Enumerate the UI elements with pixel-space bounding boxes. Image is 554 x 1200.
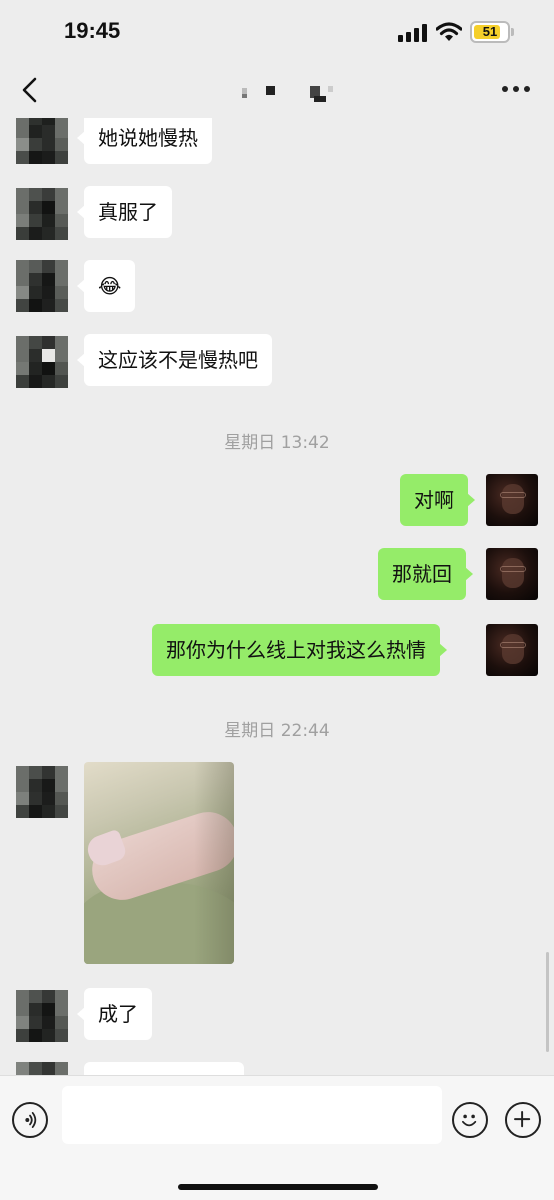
self-avatar[interactable] [486, 548, 538, 600]
scrollbar[interactable] [546, 952, 549, 1052]
voice-icon[interactable] [12, 1102, 48, 1138]
plus-icon[interactable] [505, 1102, 541, 1138]
chat-header [0, 62, 554, 118]
status-time: 19:45 [64, 18, 121, 43]
contact-avatar[interactable] [16, 188, 68, 240]
battery-icon: 51 [470, 21, 510, 43]
message-bubble-self[interactable]: 那你为什么线上对我这么热情 [152, 624, 447, 676]
contact-avatar[interactable] [16, 1062, 68, 1075]
message-bubble-self[interactable]: 那就回 [378, 548, 473, 600]
contact-avatar[interactable] [16, 118, 68, 164]
contact-avatar[interactable] [16, 336, 68, 388]
self-avatar[interactable] [486, 474, 538, 526]
contact-avatar[interactable] [16, 766, 68, 818]
chevron-left-icon[interactable] [18, 76, 44, 104]
message-bubble[interactable]: 这应该不是慢热吧 [77, 334, 272, 386]
message-bubble[interactable]: 她说她慢热 [77, 118, 212, 164]
message-bubble[interactable] [84, 1062, 244, 1075]
image-message[interactable] [84, 762, 234, 964]
contact-avatar[interactable] [16, 990, 68, 1042]
battery-tip [511, 28, 514, 36]
message-bubble-self[interactable]: 对啊 [400, 474, 475, 526]
message-timestamp: 星期日 13:42 [224, 433, 330, 453]
home-indicator [178, 1184, 378, 1190]
emoji-icon[interactable] [452, 1102, 488, 1138]
self-avatar[interactable] [486, 624, 538, 676]
input-bar [0, 1075, 554, 1200]
message-list[interactable]: 她说她慢热 真服了 😂 这应该不是慢热吧 星期日 13:42 对啊 那就回 那你… [0, 118, 554, 1075]
message-input[interactable] [62, 1086, 442, 1144]
battery-level: 51 [482, 24, 498, 39]
message-bubble[interactable]: 真服了 [77, 186, 172, 238]
contact-name-obscured [230, 82, 350, 102]
cellular-signal-icon [398, 24, 428, 42]
status-bar: 19:45 51 [0, 0, 554, 62]
more-icon[interactable] [502, 86, 530, 94]
message-bubble[interactable]: 成了 [77, 988, 152, 1040]
contact-avatar[interactable] [16, 260, 68, 312]
wifi-icon [436, 22, 462, 41]
message-timestamp: 星期日 22:44 [224, 721, 330, 741]
message-bubble-emoji[interactable]: 😂 [76, 260, 136, 312]
